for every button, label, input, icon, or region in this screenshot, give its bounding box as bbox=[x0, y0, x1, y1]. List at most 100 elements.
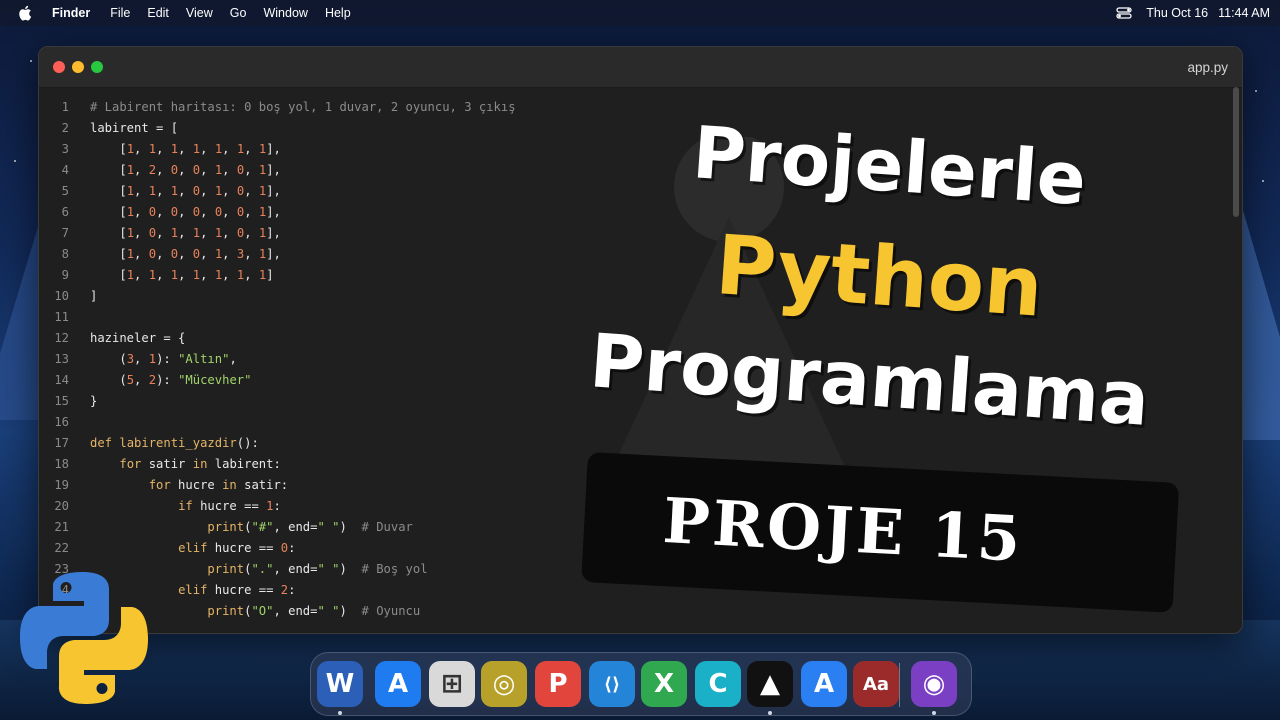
minimize-window-button[interactable] bbox=[72, 61, 84, 73]
line-number: 20 bbox=[54, 499, 69, 513]
code-token: 1 bbox=[126, 268, 135, 282]
menu-file[interactable]: File bbox=[110, 6, 130, 20]
code-token: ], bbox=[266, 163, 281, 177]
code-token: 0 bbox=[148, 205, 157, 219]
code-token: , bbox=[244, 268, 259, 282]
code-token: in bbox=[222, 478, 237, 492]
code-token: " " bbox=[317, 604, 340, 618]
code-token: , bbox=[178, 142, 193, 156]
code-line[interactable]: 15} bbox=[39, 391, 599, 412]
code-token: [ bbox=[90, 142, 127, 156]
line-number: 21 bbox=[54, 520, 69, 534]
code-token: 1 bbox=[170, 184, 179, 198]
window-titlebar[interactable]: app.py bbox=[39, 47, 1242, 88]
star bbox=[30, 60, 32, 62]
code-token: 1 bbox=[126, 184, 135, 198]
code-line[interactable]: 1 # Labirent haritası: 0 boş yol, 1 duvar… bbox=[39, 97, 599, 118]
code-line[interactable]: 14 (5, 2): "Mücevher" bbox=[39, 370, 599, 391]
code-token: 1 bbox=[148, 268, 157, 282]
code-token: , bbox=[200, 184, 215, 198]
code-line[interactable]: 19 for hucre in satir: bbox=[39, 475, 599, 496]
word-icon[interactable]: W bbox=[317, 661, 363, 707]
code-line[interactable]: 4 [1, 2, 0, 0, 1, 0, 1], bbox=[39, 160, 599, 181]
code-line[interactable]: 9 [1, 1, 1, 1, 1, 1, 1] bbox=[39, 265, 599, 286]
radar-icon[interactable]: ◎ bbox=[481, 661, 527, 707]
star bbox=[1262, 180, 1264, 182]
triangle-app-icon[interactable]: ▲ bbox=[747, 661, 793, 707]
code-token: def bbox=[90, 436, 113, 450]
code-line[interactable]: 13 (3, 1): "Altın", bbox=[39, 349, 599, 370]
code-token: labirent = [ bbox=[90, 121, 179, 135]
code-token: 1 bbox=[126, 163, 135, 177]
code-token: , bbox=[244, 247, 259, 261]
menu-window[interactable]: Window bbox=[263, 6, 307, 20]
line-number: 3 bbox=[61, 142, 69, 156]
code-line[interactable]: 12 hazineler = { bbox=[39, 328, 599, 349]
code-token: , bbox=[134, 373, 149, 387]
zoom-window-button[interactable] bbox=[91, 61, 103, 73]
x-app-icon[interactable]: X bbox=[641, 661, 687, 707]
code-line[interactable]: 11 bbox=[39, 307, 599, 328]
code-token: ], bbox=[266, 247, 281, 261]
control-center-icon[interactable] bbox=[1116, 7, 1132, 19]
code-token: 0 bbox=[148, 247, 157, 261]
file-name: app.py bbox=[1187, 59, 1228, 75]
code-token: , bbox=[156, 163, 171, 177]
code-line[interactable]: 17 def labirenti_yazdir(): bbox=[39, 433, 599, 454]
code-line[interactable]: 21 print("#", end=" ") # Duvar bbox=[39, 517, 599, 538]
code-token: print bbox=[207, 604, 245, 618]
code-token: , bbox=[156, 226, 171, 240]
app-store-icon[interactable]: A bbox=[375, 661, 421, 707]
code-line[interactable]: 10] bbox=[39, 286, 599, 307]
line-number: 6 bbox=[61, 205, 69, 219]
code-line[interactable]: 18 for satir in labirent: bbox=[39, 454, 599, 475]
code-token: # Oyuncu bbox=[361, 604, 421, 618]
menu-edit[interactable]: Edit bbox=[147, 6, 169, 20]
clock-date[interactable]: Thu Oct 16 bbox=[1146, 6, 1208, 20]
code-line[interactable]: 7 [1, 0, 1, 1, 1, 0, 1], bbox=[39, 223, 599, 244]
line-number: 10 bbox=[54, 289, 69, 303]
menu-view[interactable]: View bbox=[186, 6, 213, 20]
code-line[interactable]: 6 [1, 0, 0, 0, 0, 0, 1], bbox=[39, 202, 599, 223]
c-app-icon[interactable]: C bbox=[695, 661, 741, 707]
code-line[interactable]: 20 if hucre == 1: bbox=[39, 496, 599, 517]
code-line[interactable]: 3 [1, 1, 1, 1, 1, 1, 1], bbox=[39, 139, 599, 160]
code-token: , bbox=[200, 226, 215, 240]
calculator-icon[interactable]: ⊞ bbox=[429, 661, 475, 707]
code-token: 1 bbox=[148, 142, 157, 156]
code-line[interactable]: 8 [1, 0, 0, 0, 1, 3, 1], bbox=[39, 244, 599, 265]
code-token: hucre bbox=[170, 478, 223, 492]
close-window-button[interactable] bbox=[53, 61, 65, 73]
dock: W A ⊞ ◎ P ⟨⟩ X C ▲ A Aa ◉ bbox=[310, 652, 972, 716]
python-logo-icon bbox=[20, 572, 149, 704]
code-token: 1 bbox=[170, 142, 179, 156]
line-number: 2 bbox=[61, 121, 69, 135]
code-line[interactable]: 16 bbox=[39, 412, 599, 433]
code-token: labirent: bbox=[207, 457, 281, 471]
code-token: , bbox=[222, 184, 237, 198]
line-number: 13 bbox=[54, 352, 69, 366]
github-desktop-icon[interactable]: ◉ bbox=[911, 661, 957, 707]
app-store-2-icon[interactable]: A bbox=[801, 661, 847, 707]
menu-help[interactable]: Help bbox=[325, 6, 351, 20]
code-line[interactable]: 2 labirent = [ bbox=[39, 118, 599, 139]
code-token: , bbox=[134, 268, 149, 282]
code-token: hucre == bbox=[207, 541, 281, 555]
code-token: elif bbox=[178, 541, 208, 555]
line-number: 8 bbox=[61, 247, 69, 261]
apple-logo-icon[interactable] bbox=[18, 5, 32, 21]
code-token: hucre == bbox=[207, 583, 281, 597]
dictionary-icon[interactable]: Aa bbox=[853, 661, 899, 707]
line-number: 15 bbox=[54, 394, 69, 408]
code-line[interactable]: 5 [1, 1, 1, 0, 1, 0, 1], bbox=[39, 181, 599, 202]
vscode-icon[interactable]: ⟨⟩ bbox=[589, 661, 635, 707]
code-token: hazineler = { bbox=[90, 331, 186, 345]
code-token: , bbox=[200, 205, 215, 219]
menu-app-name[interactable]: Finder bbox=[52, 6, 90, 20]
menu-go[interactable]: Go bbox=[230, 6, 247, 20]
p-app-icon[interactable]: P bbox=[535, 661, 581, 707]
code-line[interactable]: 22 elif hucre == 0: bbox=[39, 538, 599, 559]
code-token: 1 bbox=[126, 205, 135, 219]
editor-scrollbar[interactable] bbox=[1233, 87, 1239, 217]
clock-time[interactable]: 11:44 AM bbox=[1218, 6, 1270, 20]
